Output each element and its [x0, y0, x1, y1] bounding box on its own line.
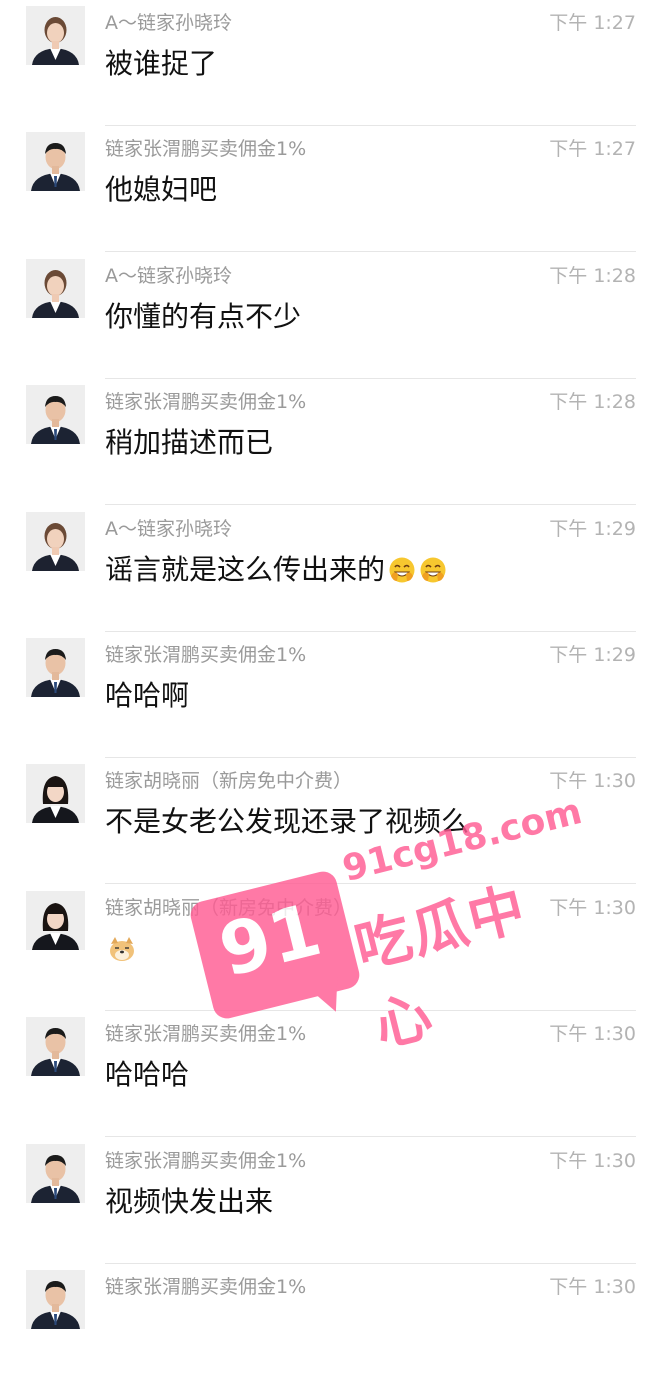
avatar[interactable] [26, 891, 85, 950]
message-text: 他媳妇吧 [105, 170, 217, 210]
message-time: 下午 1:30 [549, 1150, 636, 1172]
message-text: 你懂的有点不少 [105, 297, 301, 337]
message-text: 哈哈啊 [105, 676, 189, 716]
message-text-content: 哈哈哈 [105, 1058, 190, 1091]
chat-message-row[interactable]: 链家张渭鹏买卖佣金1% 下午 1:30 哈哈哈 [0, 1011, 663, 1137]
message-time: 下午 1:30 [549, 1276, 636, 1298]
message-text-content: 被谁捉了 [105, 47, 218, 80]
avatar[interactable] [26, 385, 85, 444]
sender-name: 链家张渭鹏买卖佣金1% [105, 1276, 307, 1298]
message-time: 下午 1:28 [549, 265, 636, 287]
message-text: 被谁捉了 [105, 44, 217, 84]
chat-message-row[interactable]: A～链家孙晓玲 下午 1:29 谣言就是这么传出来的 [0, 506, 663, 632]
divider [105, 251, 636, 252]
chat-message-row[interactable]: 链家张渭鹏买卖佣金1% 下午 1:27 他媳妇吧 [0, 126, 663, 252]
sender-name: 链家张渭鹏买卖佣金1% [105, 138, 307, 160]
chat-message-row[interactable]: 链家张渭鹏买卖佣金1% 下午 1:29 哈哈啊 [0, 632, 663, 758]
message-text: 稍加描述而已 [105, 423, 273, 463]
message-time: 下午 1:30 [549, 770, 636, 792]
message-time: 下午 1:30 [549, 1023, 636, 1045]
chat-message-row[interactable]: 链家胡晓丽（新房免中介费） 下午 1:30 [0, 885, 663, 1011]
message-text-content: 不是女老公发现还录了视频么 [105, 805, 470, 838]
sender-name: A～链家孙晓玲 [105, 265, 232, 287]
message-text: 视频快发出来 [105, 1182, 273, 1222]
facepalm-grin-emoji-icon [419, 556, 447, 584]
message-time: 下午 1:30 [549, 897, 636, 919]
message-time: 下午 1:29 [549, 518, 636, 540]
chat-message-row[interactable]: 链家张渭鹏买卖佣金1% 下午 1:28 稍加描述而已 [0, 379, 663, 505]
avatar[interactable] [26, 132, 85, 191]
doge-emoji-icon [108, 935, 136, 963]
chat-message-row[interactable]: A～链家孙晓玲 下午 1:28 你懂的有点不少 [0, 253, 663, 379]
chat-message-row[interactable]: A～链家孙晓玲 下午 1:27 被谁捉了 [0, 0, 663, 126]
facepalm-grin-emoji-icon [388, 556, 416, 584]
avatar[interactable] [26, 512, 85, 571]
message-text: 哈哈哈 [105, 1055, 189, 1095]
message-text-content: 稍加描述而已 [105, 426, 274, 459]
divider [105, 1136, 636, 1137]
message-time: 下午 1:27 [549, 138, 636, 160]
message-time: 下午 1:27 [549, 12, 636, 34]
message-text-content: 视频快发出来 [105, 1185, 274, 1218]
sender-name: 链家张渭鹏买卖佣金1% [105, 1023, 307, 1045]
sender-name: 链家张渭鹏买卖佣金1% [105, 644, 307, 666]
chat-message-list[interactable]: A～链家孙晓玲 下午 1:27 被谁捉了 链家张渭鹏买卖佣金1% 下午 1:27 他媳妇吧… [0, 0, 663, 1329]
message-text-content: 你懂的有点不少 [105, 300, 302, 333]
divider [105, 504, 636, 505]
sender-name: A～链家孙晓玲 [105, 518, 232, 540]
avatar[interactable] [26, 259, 85, 318]
message-text: 不是女老公发现还录了视频么 [105, 802, 469, 842]
message-text [105, 929, 136, 969]
message-text-content: 谣言就是这么传出来的 [105, 553, 386, 586]
sender-name: 链家张渭鹏买卖佣金1% [105, 1150, 307, 1172]
avatar[interactable] [26, 764, 85, 823]
chat-message-row[interactable]: 链家张渭鹏买卖佣金1% 下午 1:30 [0, 1264, 663, 1390]
sender-name: 链家胡晓丽（新房免中介费） [105, 897, 353, 919]
message-text-content: 他媳妇吧 [105, 173, 218, 206]
message-time: 下午 1:28 [549, 391, 636, 413]
chat-message-row[interactable]: 链家张渭鹏买卖佣金1% 下午 1:30 视频快发出来 [0, 1138, 663, 1264]
avatar[interactable] [26, 1144, 85, 1203]
message-text: 谣言就是这么传出来的 [105, 550, 447, 590]
avatar[interactable] [26, 1270, 85, 1329]
sender-name: 链家胡晓丽（新房免中介费） [105, 770, 353, 792]
chat-message-row[interactable]: 链家胡晓丽（新房免中介费） 下午 1:30 不是女老公发现还录了视频么 [0, 758, 663, 884]
message-time: 下午 1:29 [549, 644, 636, 666]
avatar[interactable] [26, 638, 85, 697]
sender-name: A～链家孙晓玲 [105, 12, 232, 34]
message-text-content: 哈哈啊 [105, 679, 190, 712]
divider [105, 883, 636, 884]
avatar[interactable] [26, 6, 85, 65]
avatar[interactable] [26, 1017, 85, 1076]
sender-name: 链家张渭鹏买卖佣金1% [105, 391, 307, 413]
